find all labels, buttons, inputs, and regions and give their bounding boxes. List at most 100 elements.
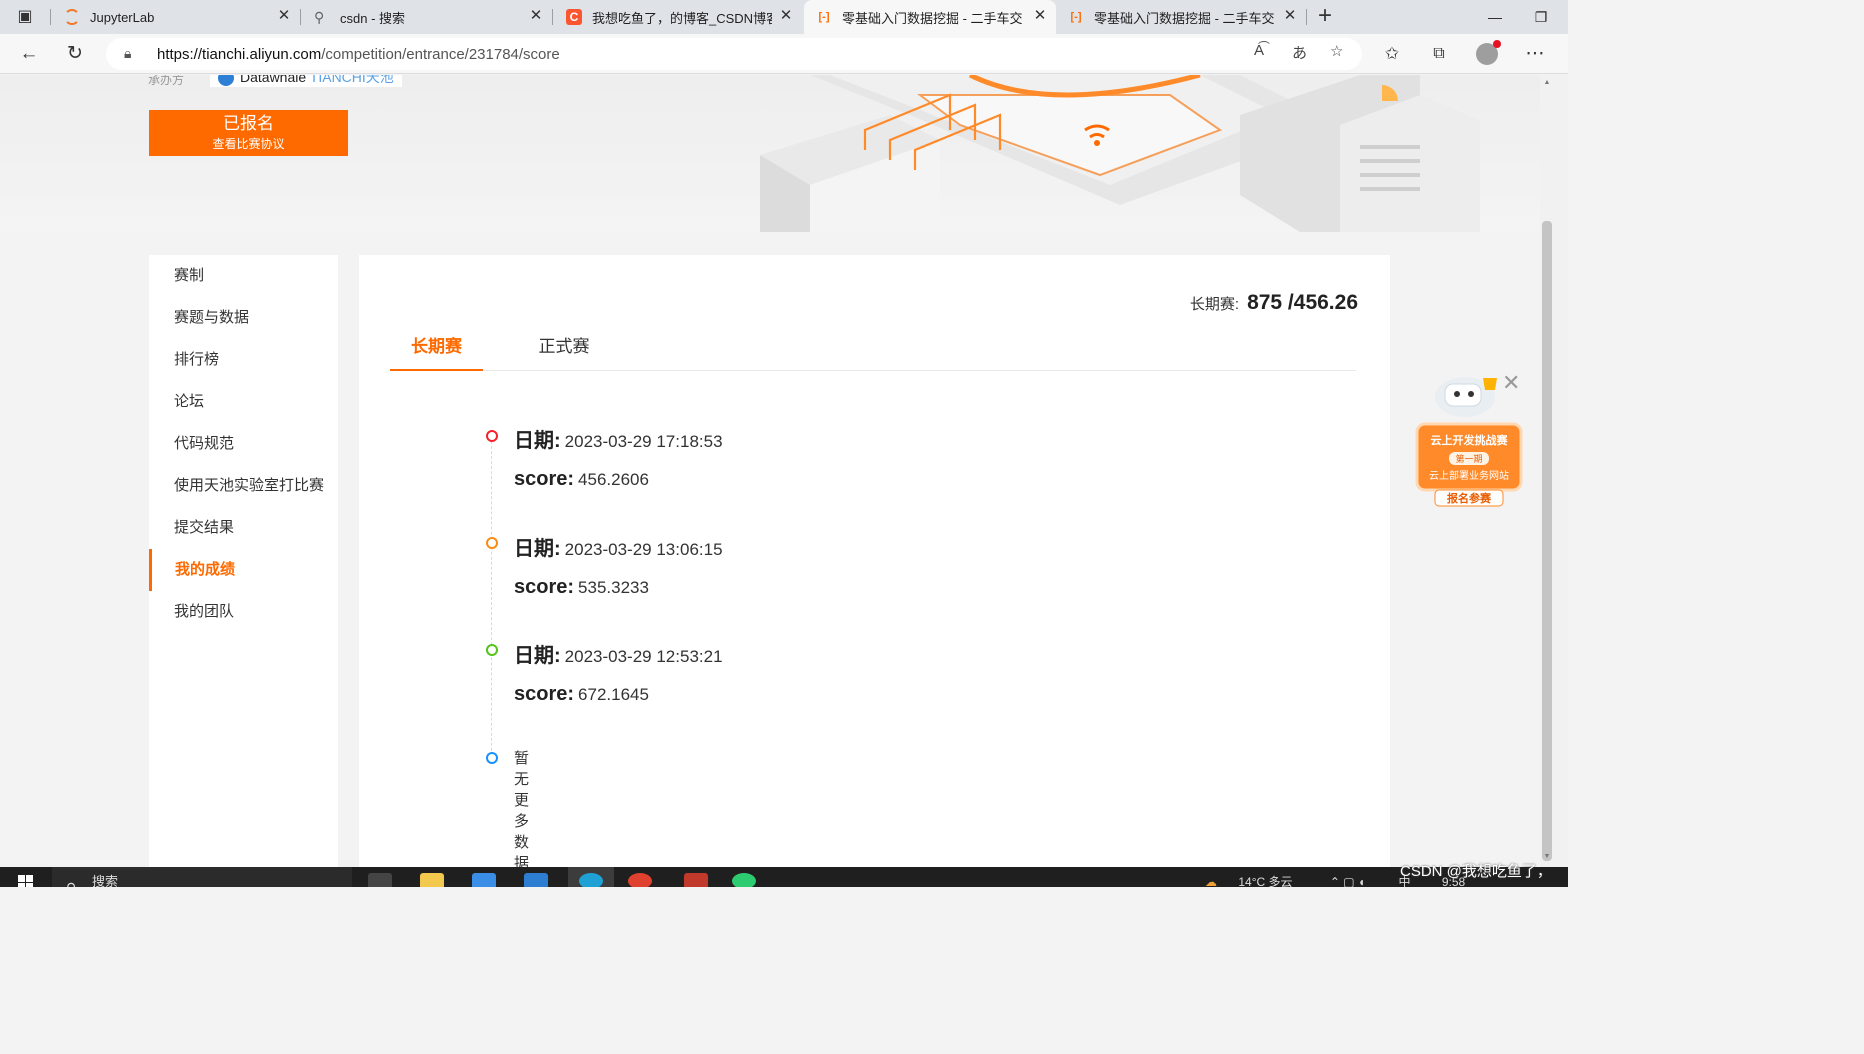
tianchi-icon: [-] <box>1070 11 1082 23</box>
add-favorite-icon[interactable]: ☆ <box>1330 42 1343 60</box>
lock-icon: 🔒︎ <box>124 45 132 61</box>
tab-separator <box>50 9 51 25</box>
tab-actions-icon[interactable]: ▣ <box>10 3 40 31</box>
partner-logo-b: TIANCHI天池 <box>309 75 394 85</box>
minimize-icon[interactable]: — <box>1472 0 1518 34</box>
partner-logo-a: Datawhale <box>240 75 307 85</box>
sidebar-item-submit[interactable]: 提交结果 <box>149 507 338 549</box>
timeline-entry: 日期: 2023-03-29 17:18:53 score: 456.2606 <box>514 422 723 498</box>
favorites-icon[interactable]: ✩ <box>1377 40 1407 68</box>
browser-toolbar: ← ↻ 🔒︎ https://tianchi.aliyun.com/compet… <box>0 34 1568 74</box>
tab-separator <box>1306 9 1307 25</box>
back-icon[interactable]: ← <box>14 40 44 68</box>
page-scrollbar[interactable]: ▲ ▼ <box>1540 75 1568 867</box>
windows-taskbar: ⚲ 搜索 ☁ 14°C 多云 ⌃ ▢ ◖ 中 9:58 <box>0 867 1568 887</box>
competition-banner: 承办方 Datawhale TIANCHI天池 已报名 查看比赛协议 <box>0 75 1540 232</box>
profile-avatar-icon[interactable] <box>1472 40 1502 68</box>
score-tabs: 长期赛 正式赛 <box>390 331 1356 371</box>
close-icon[interactable]: ✕ <box>778 8 794 24</box>
score-panel: 长期赛: 875 /456.26 长期赛 正式赛 日期: 2023-03-29 17… <box>359 255 1390 867</box>
search-icon: ⚲ <box>66 873 76 887</box>
timeline-entry: 日期: 2023-03-29 12:53:21 score: 672.1645 <box>514 637 723 713</box>
browser-tab-csdn-blog[interactable]: C 我想吃鱼了，的博客_CSDN博客- ✕ <box>554 0 802 34</box>
timeline-dot <box>486 644 498 656</box>
edge-taskbar-active[interactable] <box>568 867 614 887</box>
browser-tab-csdn-search[interactable]: ⚲ csdn - 搜索 ✕ <box>302 0 552 34</box>
read-aloud-icon[interactable]: A͡ <box>1254 42 1264 59</box>
record-score: 456.2606 <box>578 470 649 489</box>
browser-tab-tianchi[interactable]: [-] 零基础入门数据挖掘 - 二手车交易 ✕ <box>1056 0 1306 34</box>
close-icon[interactable]: ✕ <box>1032 8 1048 24</box>
more-options-icon[interactable]: ⋯ <box>1520 40 1550 68</box>
app-icon[interactable] <box>684 873 708 887</box>
close-icon[interactable]: ✕ <box>1282 8 1298 24</box>
sidebar-item-my-scores[interactable]: 我的成绩 <box>149 549 338 591</box>
jupyter-icon <box>64 9 80 25</box>
url-path: /competition/entrance/231784/score <box>321 46 560 63</box>
store-icon[interactable] <box>472 873 496 887</box>
weather-text[interactable]: 14°C 多云 <box>1238 875 1292 887</box>
tab-long-term[interactable]: 长期赛 <box>390 331 483 371</box>
refresh-icon[interactable]: ↻ <box>60 40 90 68</box>
browser-tab-tianchi-active[interactable]: [-] 零基础入门数据挖掘 - 二手车交易 ✕ <box>804 0 1056 34</box>
page-content: 承办方 Datawhale TIANCHI天池 已报名 查看比赛协议 赛制 赛题… <box>0 75 1540 867</box>
new-tab-icon[interactable]: + <box>1310 2 1340 30</box>
sidebar-item-my-team[interactable]: 我的团队 <box>149 591 338 633</box>
registered-button[interactable]: 已报名 查看比赛协议 <box>149 110 348 156</box>
csdn-watermark: CSDN @我想吃鱼了， <box>1400 863 1552 880</box>
tab-separator <box>552 9 553 25</box>
tab-label: 零基础入门数据挖掘 - 二手车交易 <box>842 10 1022 26</box>
summary-label: 长期赛: <box>1189 296 1240 313</box>
file-explorer-icon[interactable] <box>420 873 444 887</box>
tab-label: JupyterLab <box>90 9 155 25</box>
address-bar[interactable]: 🔒︎ https://tianchi.aliyun.com/competitio… <box>106 38 1362 70</box>
chrome-icon[interactable] <box>628 873 652 887</box>
timeline-entry: 日期: 2023-03-29 13:06:15 score: 535.3233 <box>514 530 723 606</box>
wechat-icon[interactable] <box>732 873 756 887</box>
sidebar-item-leaderboard[interactable]: 排行榜 <box>149 339 338 381</box>
task-view-icon[interactable] <box>368 873 392 887</box>
edge-icon <box>579 873 603 887</box>
taskbar-search[interactable]: ⚲ 搜索 <box>52 867 352 887</box>
view-agreement-link[interactable]: 查看比赛协议 <box>149 135 348 153</box>
sidebar-item-tianchi-lab[interactable]: 使用天池实验室打比赛 <box>149 465 338 507</box>
timeline-dot-empty <box>486 752 498 764</box>
url-host: https://tianchi.aliyun.com <box>157 46 322 63</box>
scroll-up-icon[interactable]: ▲ <box>1542 79 1552 86</box>
sidebar-item-rules[interactable]: 赛制 <box>149 255 338 297</box>
ad-line2: 第一期 <box>1455 453 1482 465</box>
scroll-down-icon[interactable]: ▼ <box>1542 853 1552 860</box>
browser-tab-jupyterlab[interactable]: JupyterLab ✕ <box>52 0 300 34</box>
search-icon: ⚲ <box>314 9 325 25</box>
record-date: 2023-03-29 13:06:15 <box>564 540 723 559</box>
sidebar-item-code-rules[interactable]: 代码规范 <box>149 423 338 465</box>
tab-official[interactable]: 正式赛 <box>530 331 598 371</box>
date-key: 日期: <box>514 538 561 560</box>
date-key: 日期: <box>514 645 561 667</box>
score-summary: 长期赛: 875 /456.26 <box>1190 291 1358 315</box>
translate-icon[interactable]: あ <box>1292 42 1307 63</box>
partner-label: 承办方 <box>148 75 185 87</box>
sidebar-item-forum[interactable]: 论坛 <box>149 381 338 423</box>
close-icon[interactable]: ✕ <box>528 8 544 24</box>
tab-label: 零基础入门数据挖掘 - 二手车交易 <box>1094 10 1274 26</box>
scrollbar-thumb[interactable] <box>1542 221 1552 861</box>
url-text: https://tianchi.aliyun.com/competition/e… <box>157 46 560 63</box>
mail-icon[interactable] <box>524 873 548 887</box>
no-more-data-text: 暂无更多数据 <box>514 750 530 867</box>
close-ad-icon[interactable]: ✕ <box>1502 372 1520 394</box>
tray-icons[interactable]: ⌃ ▢ ◖ <box>1330 875 1365 887</box>
restore-icon[interactable]: ❐ <box>1518 0 1564 34</box>
close-icon[interactable]: ✕ <box>276 8 292 24</box>
sidebar-item-problem-data[interactable]: 赛题与数据 <box>149 297 338 339</box>
record-score: 672.1645 <box>578 685 649 704</box>
csdn-icon: C <box>566 9 582 25</box>
sidebar-nav: 赛制 赛题与数据 排行榜 论坛 代码规范 使用天池实验室打比赛 提交结果 我的成… <box>149 255 338 867</box>
tab-label: csdn - 搜索 <box>340 10 406 26</box>
tab-label: 我想吃鱼了，的博客_CSDN博客- <box>592 10 772 26</box>
taskbar-search-placeholder: 搜索 <box>92 874 119 887</box>
windows-start-icon[interactable] <box>18 875 34 887</box>
ad-line4: 报名参赛 <box>1447 491 1492 505</box>
tianchi-icon: [-] <box>818 11 830 23</box>
collections-icon[interactable]: ⧉ <box>1424 40 1454 68</box>
